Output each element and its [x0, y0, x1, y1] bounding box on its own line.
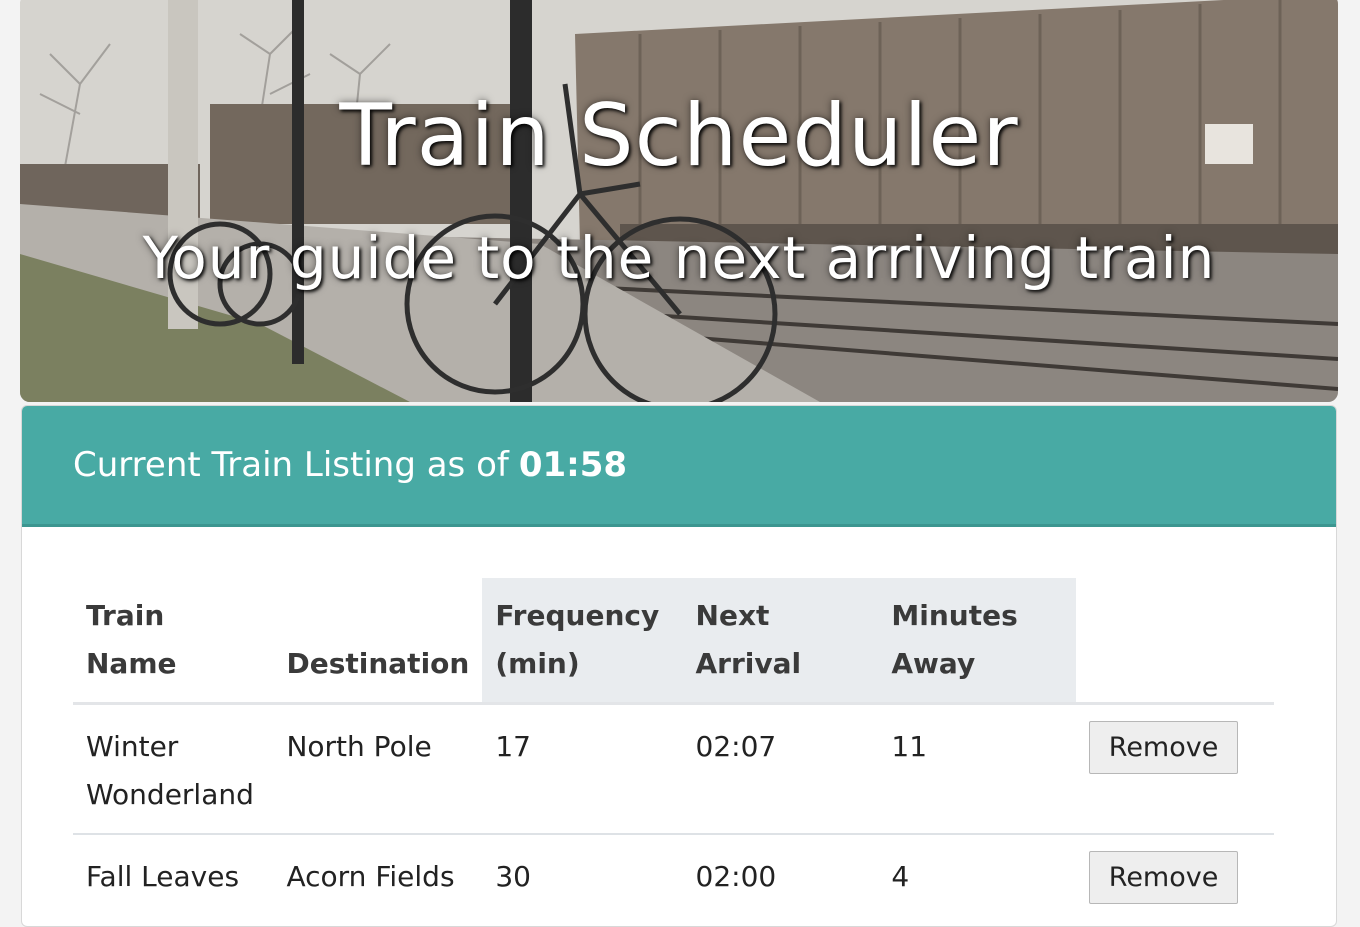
next-arrival-cell: 02:07	[682, 702, 879, 834]
remove-button[interactable]: Remove	[1088, 851, 1239, 904]
train-listing-card: Current Train Listing as of 01:58 Train …	[21, 405, 1337, 927]
table-row: Fall Leaves Acorn Fields 30 02:00 4 Remo…	[73, 833, 1274, 918]
hero-background-image	[20, 0, 1338, 402]
column-header-next-arrival: Next Arrival	[682, 578, 879, 705]
train-name-cell: Fall Leaves	[73, 833, 274, 918]
minutes-away-cell: 11	[878, 702, 1076, 834]
column-header-destination: Destination	[273, 578, 483, 705]
destination-cell: Acorn Fields	[273, 833, 483, 918]
destination-cell: North Pole	[273, 702, 483, 834]
frequency-cell: 30	[482, 833, 683, 918]
column-header-actions	[1075, 578, 1274, 705]
actions-cell: Remove	[1075, 702, 1274, 834]
train-table: Train Name Destination Frequency (min) N…	[73, 578, 1274, 918]
train-name-cell: Winter Wonderland	[73, 702, 274, 834]
page-subtitle: Your guide to the next arriving train	[142, 224, 1216, 292]
remove-button[interactable]: Remove	[1088, 721, 1239, 774]
minutes-away-cell: 4	[878, 833, 1076, 918]
table-header-row: Train Name Destination Frequency (min) N…	[73, 578, 1274, 705]
column-header-minutes-away: Minutes Away	[878, 578, 1076, 705]
listing-heading: Current Train Listing as of	[73, 445, 509, 485]
card-header: Current Train Listing as of 01:58	[22, 406, 1336, 527]
frequency-cell: 17	[482, 702, 683, 834]
hero-banner: Train Scheduler Your guide to the next a…	[20, 0, 1338, 402]
page-title: Train Scheduler	[339, 86, 1019, 186]
column-header-train-name: Train Name	[73, 578, 274, 705]
current-time: 01:58	[518, 445, 628, 485]
next-arrival-cell: 02:00	[682, 833, 879, 918]
column-header-frequency: Frequency (min)	[482, 578, 683, 705]
actions-cell: Remove	[1075, 833, 1274, 918]
table-row: Winter Wonderland North Pole 17 02:07 11…	[73, 702, 1274, 834]
